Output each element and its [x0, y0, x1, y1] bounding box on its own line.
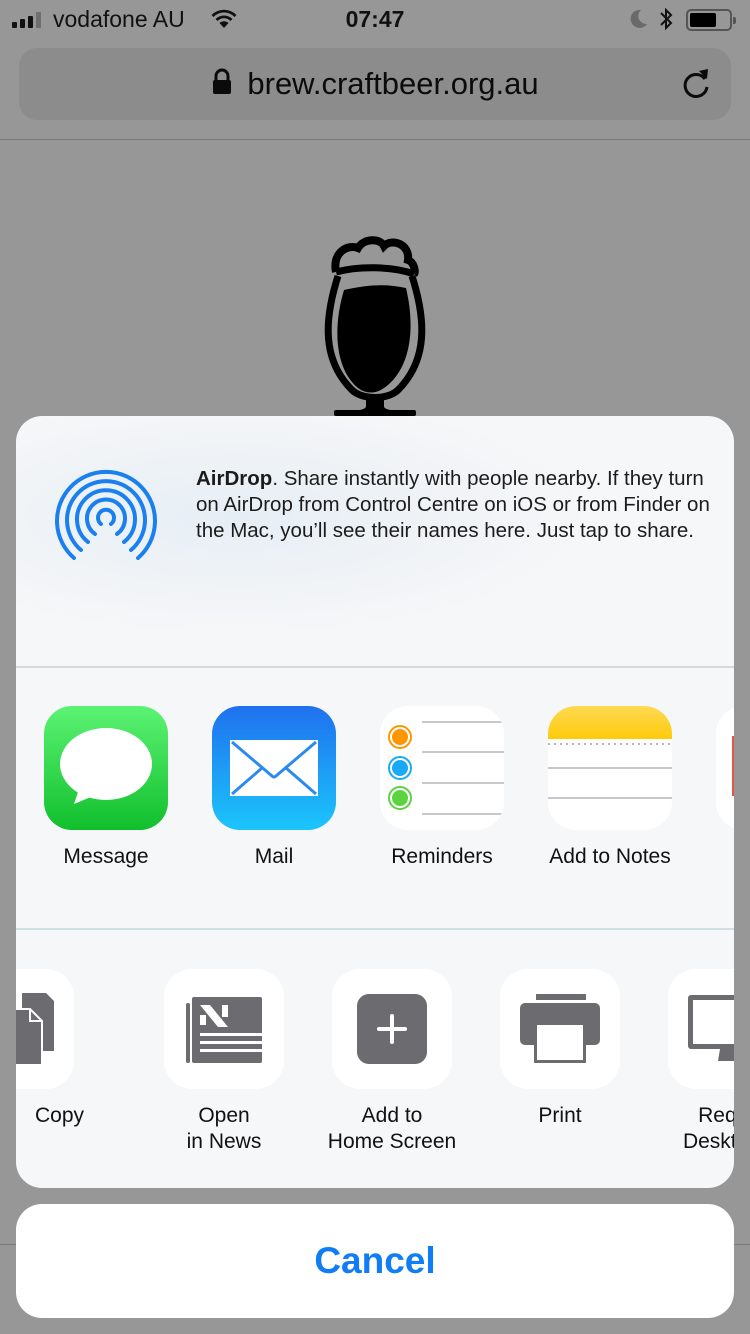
cancel-button[interactable]: Cancel: [16, 1204, 734, 1318]
action-label: Reque Desktop: [644, 1103, 734, 1155]
action-label: Open in News: [140, 1103, 308, 1155]
partial-app-icon: [716, 706, 734, 830]
bluetooth-icon: [658, 6, 674, 39]
app-label: Reminders: [391, 845, 493, 868]
app-label: Message: [63, 845, 149, 868]
reminders-icon: [380, 706, 504, 830]
status-bar: vodafone AU 07:47: [0, 0, 750, 40]
share-app-reminders[interactable]: Reminders: [358, 706, 526, 870]
app-label: Add to Notes: [549, 845, 671, 868]
beer-glass-logo: [318, 230, 432, 421]
airdrop-title: AirDrop: [196, 467, 273, 490]
share-app-notes[interactable]: Add to Notes: [526, 706, 694, 870]
do-not-disturb-moon-icon: [628, 8, 648, 37]
share-app-message[interactable]: Message: [22, 706, 190, 870]
section-divider: [16, 928, 734, 930]
action-label: Copy: [34, 1104, 84, 1127]
share-app-more-partial[interactable]: [716, 706, 734, 830]
action-label-line2: Home Screen: [327, 1130, 457, 1153]
action-label: Add to Home Screen: [308, 1103, 476, 1155]
action-row[interactable]: Copy Open in News Add to Home Screen Pri…: [16, 969, 734, 1169]
action-copy[interactable]: Copy: [16, 969, 98, 1129]
action-request-desktop-site[interactable]: Reque Desktop: [644, 969, 734, 1155]
reload-icon[interactable]: [681, 67, 713, 106]
news-icon: [164, 969, 284, 1089]
airdrop-body: . Share instantly with people nearby. If…: [196, 467, 710, 542]
add-to-home-screen-icon: [332, 969, 452, 1089]
action-open-in-news[interactable]: Open in News: [140, 969, 308, 1155]
app-share-row[interactable]: Message Mail Reminders Add to Notes: [16, 706, 734, 906]
action-label-line1: Open: [198, 1104, 250, 1127]
action-label: Print: [538, 1104, 582, 1127]
lock-icon: [211, 68, 233, 101]
section-divider: [16, 666, 734, 668]
desktop-icon: [668, 969, 734, 1089]
url-text: brew.craftbeer.org.au: [247, 66, 539, 101]
airdrop-icon: [52, 466, 160, 571]
action-label-line1: Reque: [698, 1104, 734, 1127]
share-sheet: AirDrop. Share instantly with people nea…: [16, 416, 734, 1188]
toolbar-divider: [0, 139, 750, 140]
mail-icon: [212, 706, 336, 830]
address-bar[interactable]: brew.craftbeer.org.au: [19, 48, 731, 120]
copy-icon: [16, 969, 74, 1089]
app-label: Mail: [254, 845, 294, 868]
notes-icon: [548, 706, 672, 830]
airdrop-description: AirDrop. Share instantly with people nea…: [196, 466, 716, 544]
action-label-line1: Add to: [361, 1104, 423, 1127]
messages-icon: [44, 706, 168, 830]
action-label-line2: in News: [186, 1130, 262, 1153]
action-label-line2: Desktop: [682, 1130, 734, 1153]
action-print[interactable]: Print: [476, 969, 644, 1129]
print-icon: [500, 969, 620, 1089]
action-add-to-home-screen[interactable]: Add to Home Screen: [308, 969, 476, 1155]
share-app-mail[interactable]: Mail: [190, 706, 358, 870]
battery-icon: [686, 9, 736, 31]
airdrop-section: AirDrop. Share instantly with people nea…: [16, 416, 734, 666]
